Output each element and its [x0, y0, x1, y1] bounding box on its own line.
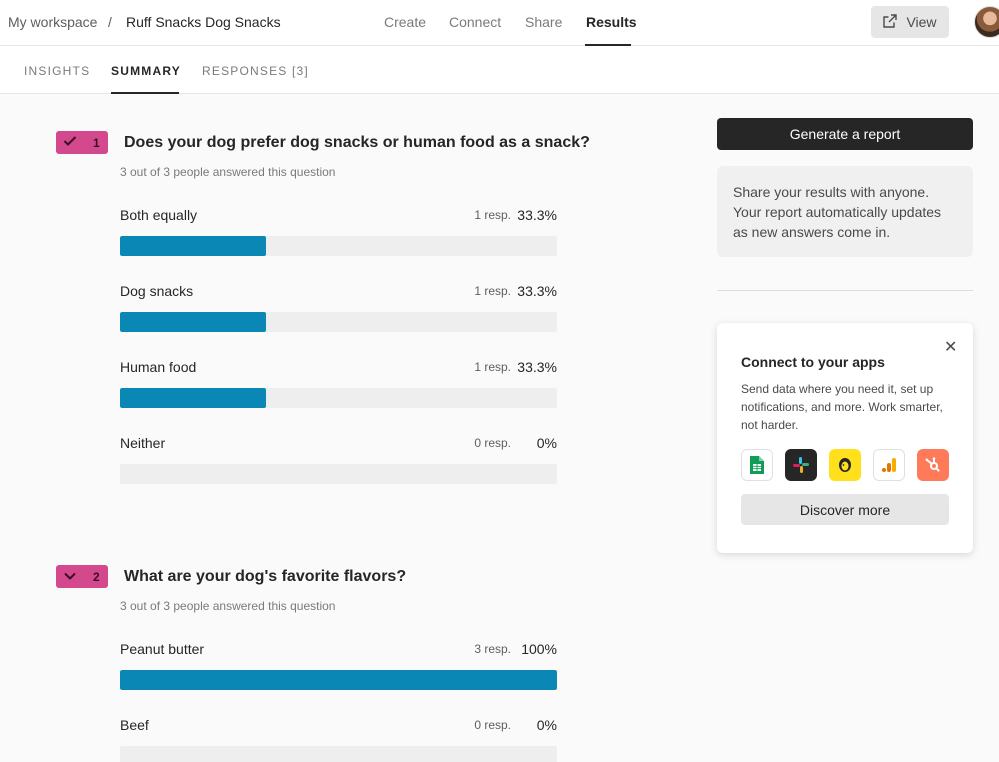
- option-percent: 0%: [536, 717, 557, 733]
- option-bar-track: [120, 312, 557, 332]
- discover-more-button[interactable]: Discover more: [741, 494, 949, 525]
- divider: [717, 290, 973, 291]
- breadcrumb-workspace[interactable]: My workspace: [8, 14, 97, 30]
- question-answered-count: 3 out of 3 people answered this question: [120, 165, 336, 179]
- option-response-count: 0 resp.: [474, 436, 511, 450]
- chevron-down-icon: [63, 570, 77, 584]
- google-analytics-icon[interactable]: [873, 449, 905, 481]
- option-bar-fill: [120, 236, 266, 256]
- option-percent: 0%: [536, 435, 557, 451]
- option-percent: 33.3%: [517, 359, 557, 375]
- option-bar-fill: [120, 670, 557, 690]
- option-percent: 33.3%: [517, 283, 557, 299]
- question-answered-count: 3 out of 3 people answered this question: [120, 599, 336, 613]
- google-sheets-icon[interactable]: [741, 449, 773, 481]
- option-label: Beef: [120, 717, 149, 733]
- tab-summary[interactable]: SUMMARY: [111, 64, 181, 78]
- top-bar: My workspace / Ruff Snacks Dog Snacks Cr…: [0, 0, 999, 46]
- nav-create[interactable]: Create: [384, 14, 426, 30]
- question-title: Does your dog prefer dog snacks or human…: [124, 134, 590, 151]
- close-icon[interactable]: ✕: [944, 337, 957, 357]
- question-badge[interactable]: 2: [56, 565, 108, 588]
- view-button[interactable]: View: [871, 6, 949, 38]
- question-badge: 1: [56, 131, 108, 154]
- option-label: Peanut butter: [120, 641, 205, 657]
- option-response-count: 0 resp.: [474, 718, 511, 732]
- breadcrumb-form-name[interactable]: Ruff Snacks Dog Snacks: [126, 14, 281, 30]
- generate-report-button[interactable]: Generate a report: [717, 118, 973, 150]
- option-percent: 33.3%: [517, 207, 557, 223]
- subtab-active-underline: [111, 92, 179, 94]
- option-response-count: 3 resp.: [474, 642, 511, 656]
- breadcrumb-separator: /: [108, 14, 112, 30]
- nav-results[interactable]: Results: [586, 14, 637, 30]
- slack-icon[interactable]: [785, 449, 817, 481]
- external-link-icon: [883, 13, 898, 31]
- option-bar-track: [120, 464, 557, 484]
- option-bar-track: [120, 236, 557, 256]
- hubspot-icon[interactable]: [917, 449, 949, 481]
- view-button-label: View: [906, 14, 937, 30]
- option-bar-fill: [120, 312, 266, 332]
- option-bar-track: [120, 670, 557, 690]
- option-bar-track: [120, 388, 557, 408]
- nav-share[interactable]: Share: [525, 14, 562, 30]
- option-response-count: 1 resp.: [474, 208, 511, 222]
- tab-responses[interactable]: RESPONSES [3]: [202, 64, 309, 78]
- share-results-info: Share your results with anyone. Your rep…: [717, 166, 973, 257]
- mailchimp-icon[interactable]: [829, 449, 861, 481]
- option-label: Human food: [120, 359, 197, 375]
- option-percent: 100%: [521, 641, 557, 657]
- connect-apps-description: Send data where you need it, set up noti…: [741, 382, 943, 432]
- option-label: Both equally: [120, 207, 198, 223]
- connect-apps-title: Connect to your apps: [741, 354, 885, 370]
- option-label: Dog snacks: [120, 283, 194, 299]
- option-response-count: 1 resp.: [474, 360, 511, 374]
- question-title: What are your dog's favorite flavors?: [124, 568, 407, 585]
- connect-apps-card: Connect to your apps ✕ Send data where y…: [717, 323, 973, 553]
- tab-insights[interactable]: INSIGHTS: [24, 64, 90, 78]
- user-avatar[interactable]: [974, 6, 999, 38]
- question-number: 2: [93, 569, 100, 584]
- results-subtabs: INSIGHTS SUMMARY RESPONSES [3]: [0, 46, 999, 94]
- question-number: 1: [93, 135, 100, 150]
- option-bar-track: [120, 746, 557, 762]
- option-label: Neither: [120, 435, 166, 451]
- nav-connect[interactable]: Connect: [449, 14, 501, 30]
- option-response-count: 1 resp.: [474, 284, 511, 298]
- check-icon: [63, 135, 77, 150]
- option-bar-fill: [120, 388, 266, 408]
